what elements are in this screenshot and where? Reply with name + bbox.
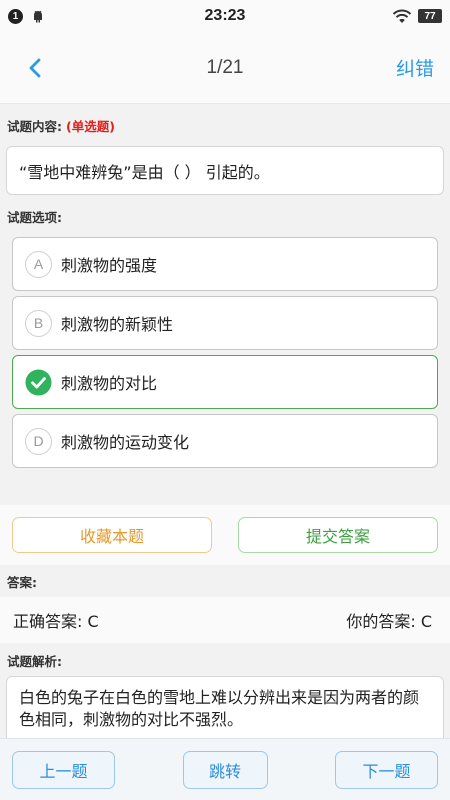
android-icon <box>34 10 42 23</box>
back-button[interactable] <box>0 32 70 104</box>
status-left: 1 <box>8 8 158 24</box>
question-type: (单选题) <box>66 118 115 134</box>
action-row: 收藏本题 提交答案 <box>0 505 450 565</box>
option-letter: D <box>25 427 52 455</box>
option-text: 刺激物的对比 <box>61 374 158 393</box>
status-right: 77 <box>292 9 442 24</box>
option-c[interactable]: 刺激物的对比 <box>12 355 438 409</box>
answer-row: 正确答案: C 你的答案: C <box>0 597 450 643</box>
option-letter: B <box>25 309 52 337</box>
question-header: 1/21 纠错 <box>0 32 450 104</box>
correct-answer: 正确答案: C <box>13 612 99 631</box>
option-text: 刺激物的新颖性 <box>61 315 174 334</box>
options-label: 试题选项: <box>7 209 62 225</box>
your-answer: 你的答案: C <box>346 612 432 631</box>
options-list: A 刺激物的强度 B 刺激物的新颖性 刺激物的对比 D 刺激物的运动变化 <box>0 237 450 468</box>
bottom-nav: 上一题 跳转 下一题 <box>0 738 450 800</box>
analysis-label: 试题解析: <box>7 653 62 669</box>
option-text: 刺激物的强度 <box>61 256 158 275</box>
option-a[interactable]: A 刺激物的强度 <box>12 237 438 291</box>
option-text: 刺激物的运动变化 <box>61 433 190 452</box>
option-b[interactable]: B 刺激物的新颖性 <box>12 296 438 350</box>
answer-label: 答案: <box>7 574 37 590</box>
notification-badge: 1 <box>8 8 23 24</box>
question-content: 试题内容: (单选题) “雪地中难辨兔”是由（ ） 引起的。 试题选项: A 刺… <box>0 104 450 473</box>
question-label: 试题内容: (单选题) <box>0 104 450 146</box>
option-letter: A <box>25 250 52 278</box>
page-counter: 1/21 <box>206 56 244 78</box>
favorite-button[interactable]: 收藏本题 <box>12 517 212 553</box>
question-text: “雪地中难辨兔”是由（ ） 引起的。 <box>6 146 444 195</box>
wifi-icon <box>392 9 412 23</box>
report-error-button[interactable]: 纠错 <box>380 54 450 81</box>
jump-button[interactable]: 跳转 <box>182 750 268 789</box>
previous-question-button[interactable]: 上一题 <box>12 750 115 789</box>
chevron-left-icon <box>29 58 41 77</box>
analysis-text: 白色的兔子在白色的雪地上难以分辨出来是因为两者的颜色相同，刺激物的对比不强烈。 <box>6 676 444 746</box>
battery-icon: 77 <box>418 9 442 23</box>
status-time: 23:23 <box>204 7 246 24</box>
submit-answer-button[interactable]: 提交答案 <box>238 517 438 553</box>
option-d[interactable]: D 刺激物的运动变化 <box>12 414 438 468</box>
check-circle-icon <box>25 369 52 395</box>
next-question-button[interactable]: 下一题 <box>335 750 438 789</box>
status-bar: 1 23:23 77 <box>0 0 450 32</box>
